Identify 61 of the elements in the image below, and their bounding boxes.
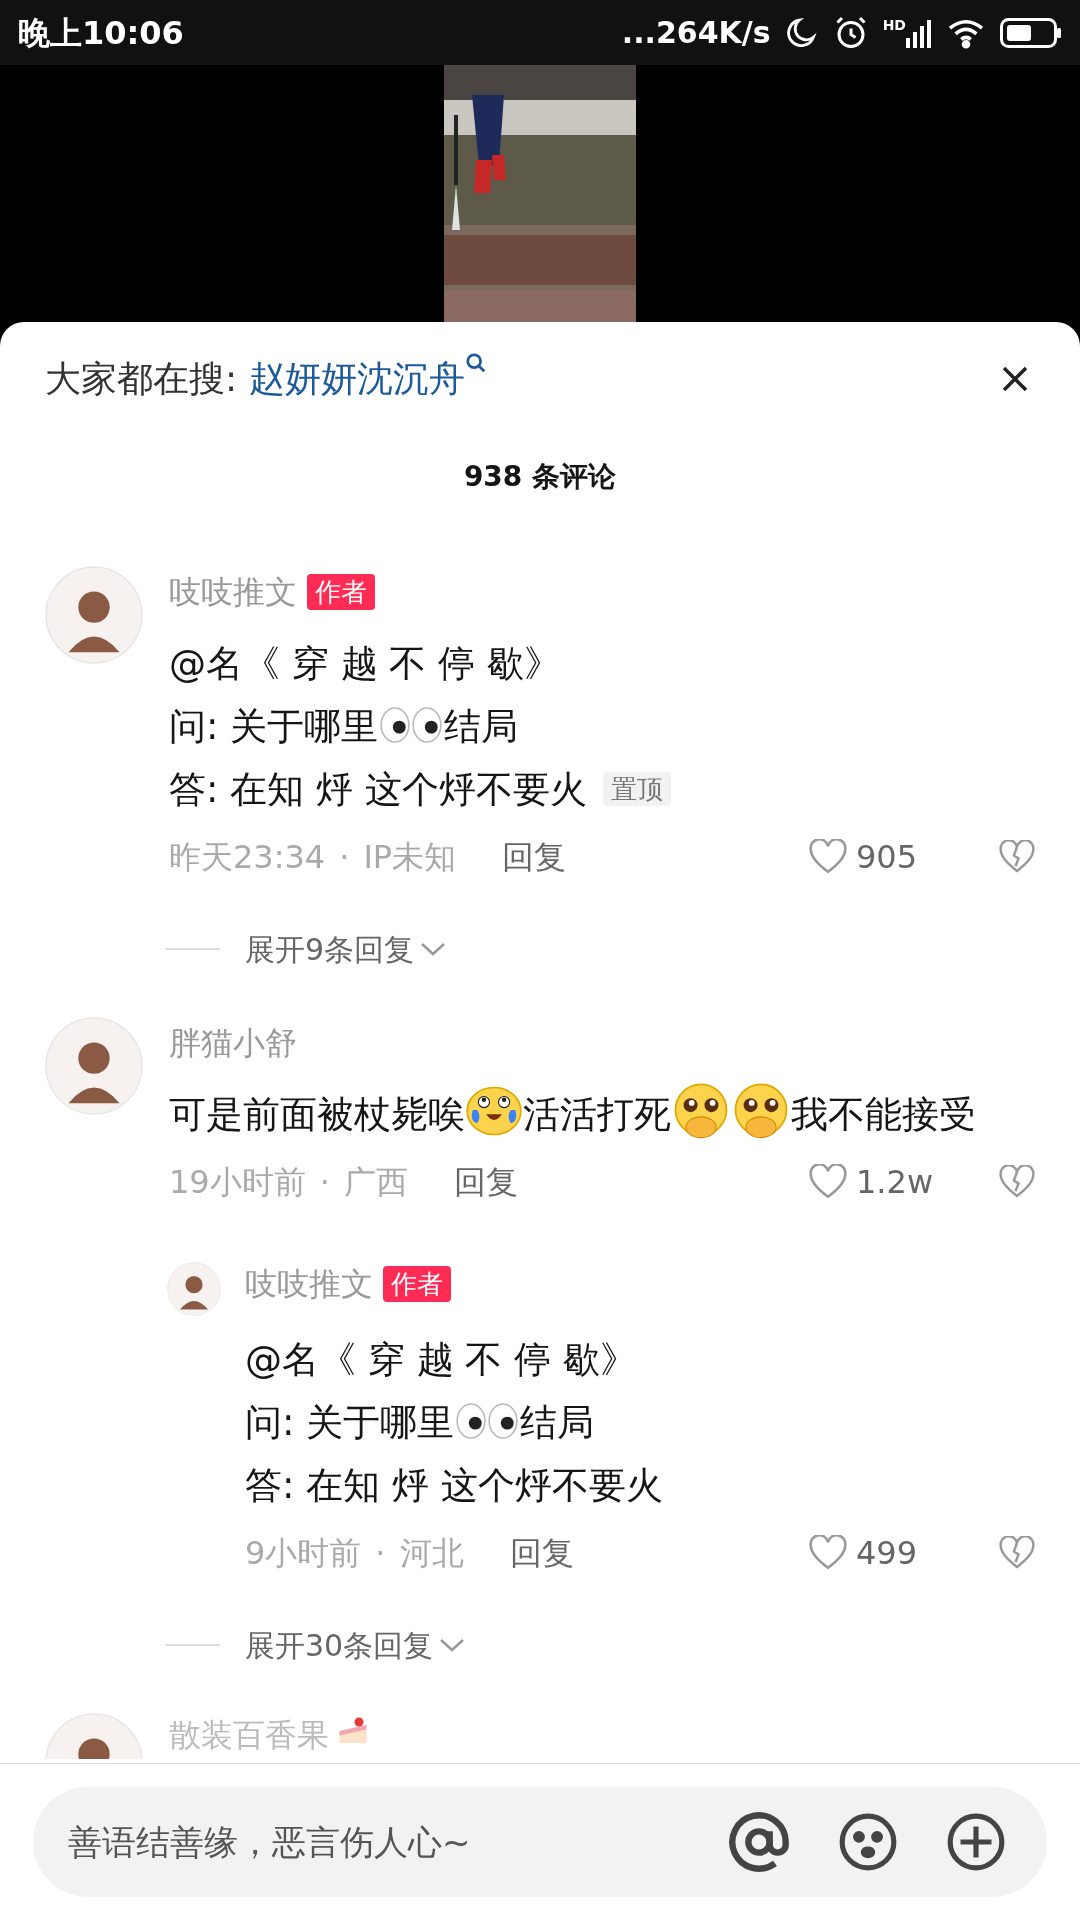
comment-text: 结局 bbox=[520, 1401, 595, 1444]
comment-text: 结局 bbox=[444, 705, 519, 748]
reply-link[interactable]: 回复 bbox=[453, 1158, 518, 1206]
comment-text: 活活打死 bbox=[523, 1093, 671, 1136]
comment-text: 问: 关于哪里 bbox=[169, 705, 379, 748]
status-time: 晚上10:06 bbox=[18, 12, 184, 54]
broken-heart-icon[interactable] bbox=[998, 840, 1036, 874]
comment-count: 938 条评论 bbox=[463, 459, 617, 495]
comment-time: 昨天23:34 bbox=[169, 837, 326, 878]
network-speed: ...264K/s bbox=[621, 14, 771, 52]
heart-icon[interactable] bbox=[808, 1164, 848, 1200]
author-tag: 作者 bbox=[383, 1266, 451, 1302]
battery-icon bbox=[1000, 17, 1062, 48]
search-icon bbox=[465, 352, 488, 374]
heart-icon[interactable] bbox=[808, 839, 848, 875]
moon-icon bbox=[784, 15, 819, 50]
comment-time: 19小时前 bbox=[169, 1162, 306, 1203]
separator-dot: · bbox=[319, 1162, 330, 1203]
reply-link[interactable]: 回复 bbox=[509, 1529, 574, 1577]
comment-text: 答: 在知 烀 这个烀不要火 bbox=[169, 768, 587, 811]
separator-dot: · bbox=[375, 1533, 386, 1574]
heart-icon[interactable] bbox=[808, 1535, 848, 1571]
comment-input[interactable]: 善语结善缘，恶言伤人心~ bbox=[33, 1787, 1047, 1897]
like-count: 499 bbox=[856, 1533, 918, 1574]
author-tag: 作者 bbox=[307, 574, 375, 610]
mention-icon[interactable] bbox=[727, 1810, 791, 1874]
comment-text: 我不能接受 bbox=[791, 1093, 976, 1136]
broken-heart-icon[interactable] bbox=[998, 1165, 1036, 1199]
like-count: 1.2w bbox=[856, 1162, 934, 1203]
reply-link[interactable]: 回复 bbox=[502, 833, 567, 881]
avatar[interactable] bbox=[45, 566, 143, 664]
separator-dot: · bbox=[339, 837, 350, 878]
avatar[interactable] bbox=[167, 1262, 221, 1316]
network-label: HD bbox=[882, 17, 906, 32]
broken-heart-icon[interactable] bbox=[998, 1536, 1036, 1570]
comment-text: @名《 穿 越 不 停 歇》 bbox=[245, 1338, 637, 1381]
comment-field[interactable]: 善语结善缘，恶言伤人心~ bbox=[68, 1816, 727, 1868]
comment-text: @名《 穿 越 不 停 歇》 bbox=[169, 642, 561, 685]
expand-replies-button[interactable]: 展开9条回复 bbox=[245, 926, 449, 972]
comment-location: 河北 bbox=[399, 1533, 464, 1574]
crying-laugh-emoji-icon bbox=[466, 1085, 522, 1137]
pleading-emoji-icon bbox=[732, 1083, 790, 1139]
eyes-emoji-icon bbox=[379, 705, 444, 745]
add-icon[interactable] bbox=[945, 1811, 1007, 1873]
eyes-emoji-icon bbox=[455, 1401, 520, 1441]
expand-replies-button[interactable]: 展开30条回复 bbox=[245, 1622, 468, 1668]
like-count: 905 bbox=[856, 837, 918, 878]
trending-label: 大家都在搜: bbox=[45, 357, 238, 401]
comment-time: 9小时前 bbox=[245, 1533, 362, 1574]
comment-location: 广西 bbox=[343, 1162, 408, 1203]
pinned-tag: 置顶 bbox=[602, 772, 671, 806]
comment-location: IP未知 bbox=[363, 837, 457, 878]
comment-text: 问: 关于哪里 bbox=[245, 1401, 455, 1444]
pleading-emoji-icon bbox=[672, 1083, 730, 1139]
signal-icon bbox=[906, 17, 932, 48]
avatar[interactable] bbox=[45, 1017, 143, 1115]
close-icon bbox=[1001, 365, 1029, 393]
comment-text: 可是前面被杖毙唉 bbox=[169, 1093, 465, 1136]
comment-text: 答: 在知 烀 这个烀不要火 bbox=[245, 1464, 663, 1507]
emoji-icon[interactable] bbox=[837, 1811, 899, 1873]
trending-search-link[interactable]: 赵妍妍沈沉舟 bbox=[249, 352, 488, 406]
